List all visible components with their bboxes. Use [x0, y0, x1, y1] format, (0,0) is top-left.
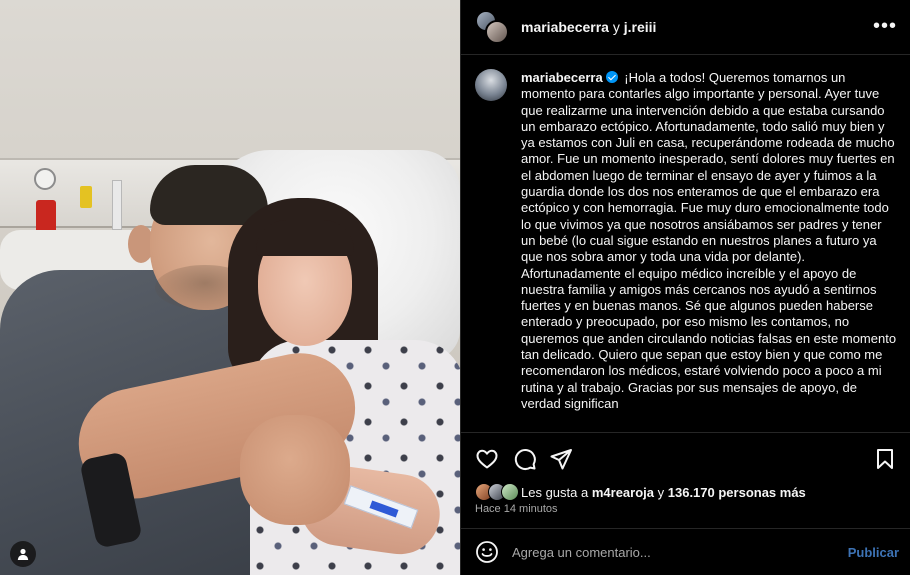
- bookmark-icon: [877, 449, 893, 469]
- more-options-button[interactable]: •••: [873, 16, 897, 36]
- wall-outlet: [112, 180, 122, 230]
- comment-icon: [514, 449, 536, 470]
- post-header: mariabecerra y j.reiii •••: [461, 0, 910, 55]
- comment-button[interactable]: [513, 447, 537, 471]
- avatar[interactable]: [485, 20, 509, 44]
- more-horizontal-icon: •••: [872, 15, 897, 37]
- save-button[interactable]: [873, 447, 897, 471]
- likes-prefix: Les gusta a: [521, 484, 589, 500]
- header-user2-link[interactable]: j.reiii: [624, 19, 657, 35]
- header-usernames: mariabecerra y j.reiii: [521, 19, 656, 35]
- verified-badge-icon: [605, 71, 618, 83]
- liker-username-link[interactable]: m4rearoja: [592, 485, 654, 500]
- likes-text: Les gusta a m4rearoja y 136.170 personas…: [521, 485, 806, 500]
- woman-bangs: [256, 220, 354, 256]
- share-button[interactable]: [549, 447, 573, 471]
- caption-scroll-area[interactable]: mariabecerra ¡Hola a todos! Queremos tom…: [461, 56, 910, 432]
- publish-button[interactable]: Publicar: [848, 545, 899, 560]
- action-bar: [461, 432, 910, 482]
- comment-input[interactable]: [512, 544, 832, 560]
- likes-count-link[interactable]: 136.170 personas más: [668, 485, 806, 500]
- post-details-panel: mariabecerra y j.reiii ••• mariabecerra …: [460, 0, 910, 575]
- caption-username-link[interactable]: mariabecerra: [521, 70, 603, 85]
- liker-avatars: [475, 483, 521, 501]
- comment-bar: Publicar: [461, 528, 910, 575]
- header-user1-link[interactable]: mariabecerra: [521, 19, 609, 35]
- emoji-icon[interactable]: [475, 540, 499, 564]
- post-timestamp[interactable]: Hace 14 minutos: [475, 503, 558, 515]
- header-joiner: y: [612, 19, 620, 35]
- user-tag-button[interactable]: [10, 541, 36, 567]
- avatar: [501, 483, 519, 501]
- caption-body: ¡Hola a todos! Queremos tomarnos un mome…: [521, 70, 897, 411]
- oxygen-gauge: [34, 168, 56, 190]
- caption-text: mariabecerra ¡Hola a todos! Queremos tom…: [521, 70, 897, 412]
- likes-summary[interactable]: Les gusta a m4rearoja y 136.170 personas…: [475, 482, 806, 502]
- avatar[interactable]: [475, 69, 507, 101]
- send-icon: [550, 449, 572, 470]
- post-photo[interactable]: [0, 0, 460, 575]
- man-hand: [240, 415, 350, 525]
- collab-avatars[interactable]: [475, 10, 509, 44]
- heart-icon: [476, 449, 498, 469]
- like-button[interactable]: [475, 447, 499, 471]
- yellow-valve: [80, 186, 92, 208]
- likes-joiner: y: [657, 484, 665, 500]
- user-tag-icon: [17, 548, 29, 560]
